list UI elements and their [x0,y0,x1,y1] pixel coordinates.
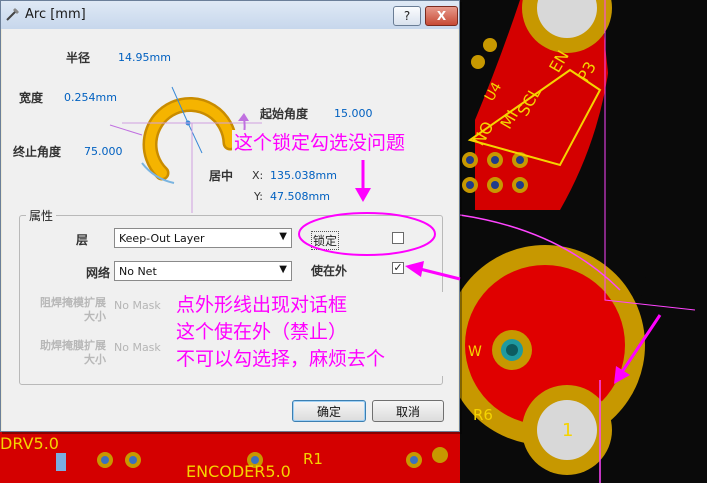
net-label: 网络 [86,266,111,280]
net-select[interactable]: No Net ▼ [114,261,292,281]
lock-checkbox[interactable] [392,232,404,244]
solder-mask-select[interactable]: No Mask [114,299,161,312]
width-value[interactable]: 0.254mm [64,91,117,104]
start-angle-label: 起始角度 [260,107,309,121]
width-label: 宽度 [19,91,44,105]
layer-label: 层 [76,233,89,247]
close-button[interactable]: X [425,6,458,26]
ok-button[interactable]: 确定 [292,400,366,422]
center-x-value[interactable]: 135.038mm [270,169,337,182]
radius-value[interactable]: 14.95mm [118,51,171,64]
keepout-note-line1: 点外形线出现对话框 [176,294,348,316]
cancel-button[interactable]: 取消 [372,400,444,422]
lock-label: 锁定 [311,231,340,250]
solder-mask-label: 阻焊掩模扩展大小 [40,296,106,323]
pcb-label-r6: R6 [473,406,493,424]
keepout-note-line3: 不可以勾选择，麻烦去个 [176,348,386,370]
net-select-value: No Net [119,265,157,278]
lock-note: 这个锁定勾选没问题 [234,132,406,154]
dialog-title: Arc [mm] [25,7,86,22]
center-x-label: X: [252,169,264,182]
pcb-label-w: W [468,344,482,360]
keepout-checkbox[interactable]: ✓ [392,262,404,274]
end-angle-label: 终止角度 [13,145,62,159]
help-button[interactable]: ? [393,6,421,26]
center-label: 居中 [209,169,234,183]
pcb-pad-number: 1 [562,420,574,441]
pcb-label-encoder: ENCODER5.0 [186,462,291,481]
pcb-label-r1: R1 [303,450,323,468]
dropdown-arrow-icon: ▼ [279,264,287,275]
start-angle-value[interactable]: 15.000 [334,107,373,120]
layer-select[interactable]: Keep-Out Layer ▼ [114,228,292,248]
end-angle-value[interactable]: 75.000 [84,145,123,158]
layer-select-value: Keep-Out Layer [119,232,205,245]
dialog-titlebar[interactable]: Arc [mm] ? X [1,1,459,29]
dropdown-arrow-icon: ▼ [279,231,287,242]
center-y-label: Y: [254,190,263,203]
paste-mask-label: 助焊掩膜扩展大小 [40,339,106,366]
properties-group-title: 属性 [26,207,57,224]
center-y-value[interactable]: 47.508mm [270,190,330,203]
keepout-note-line2: 这个使在外（禁止） [176,321,348,343]
pcb-label-drv: DRV5.0 [0,434,59,453]
keepout-label: 使在外 [311,264,348,278]
radius-label: 半径 [66,51,91,65]
paste-mask-select[interactable]: No Mask [114,341,161,354]
arc-tool-icon [6,8,19,21]
